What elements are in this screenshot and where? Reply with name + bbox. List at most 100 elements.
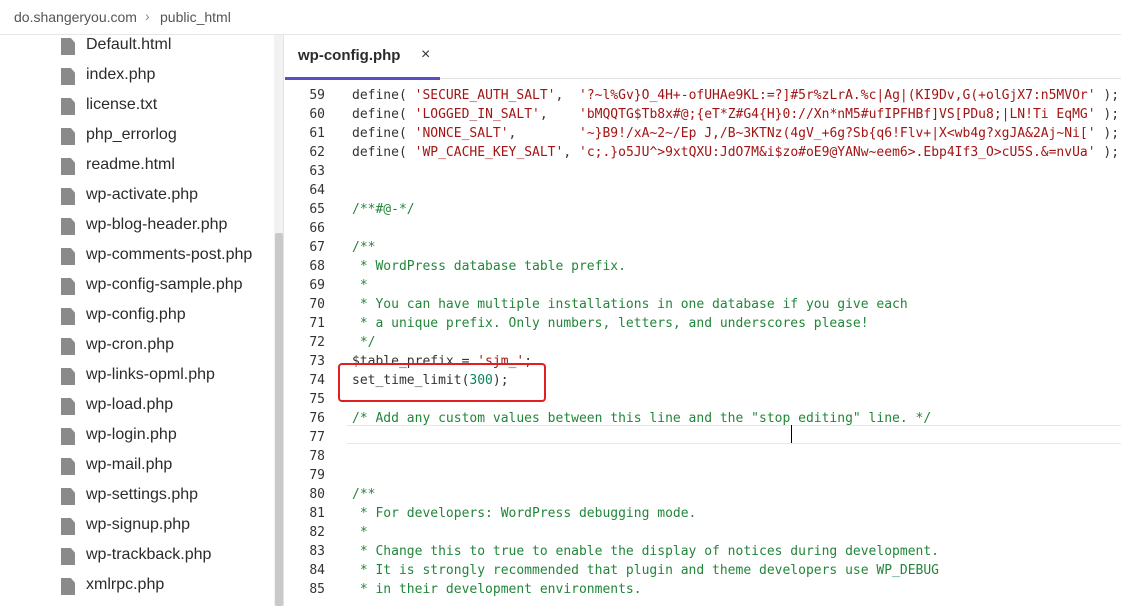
file-name: wp-settings.php bbox=[86, 486, 199, 503]
code-editor: wp-config.php × 59 define( 'SECURE_AUTH_S… bbox=[285, 35, 1121, 606]
file-name: wp-cron.php bbox=[86, 336, 175, 353]
line-number: 80 bbox=[309, 487, 325, 502]
line-number: 65 bbox=[309, 202, 325, 217]
code-line: 61 define( 'NONCE_SALT', '~}B9!/xA~2~/Ep … bbox=[285, 125, 1121, 144]
line-source: define( 'SECURE_AUTH_SALT', '?~l%Gv}O_4H… bbox=[352, 88, 1120, 103]
file-item[interactable]: license.txt bbox=[0, 95, 270, 125]
line-source: define( 'WP_CACHE_KEY_SALT', 'c;.}o5JU^>… bbox=[352, 145, 1120, 160]
line-number: 83 bbox=[309, 544, 325, 559]
code-line: 82 * bbox=[285, 524, 1121, 543]
line-source: * in their development environments. bbox=[352, 582, 642, 597]
line-number: 78 bbox=[309, 449, 325, 464]
file-item[interactable]: wp-trackback.php bbox=[0, 545, 270, 575]
file-name: index.php bbox=[86, 66, 156, 83]
tab-label: wp-config.php bbox=[298, 47, 401, 64]
editor-tabbar: wp-config.php × bbox=[285, 35, 1121, 80]
file-icon bbox=[61, 548, 75, 565]
line-source: * For developers: WordPress debugging mo… bbox=[352, 506, 697, 521]
code-line: 83 * Change this to true to enable the d… bbox=[285, 543, 1121, 562]
file-item[interactable]: Default.html bbox=[0, 35, 270, 65]
file-item[interactable]: php_errorlog bbox=[0, 125, 270, 155]
line-number: 60 bbox=[309, 107, 325, 122]
file-item[interactable]: wp-activate.php bbox=[0, 185, 270, 215]
breadcrumb-folder[interactable]: public_html bbox=[160, 9, 231, 25]
code-line: 78 bbox=[285, 448, 1121, 467]
file-name: xmlrpc.php bbox=[86, 576, 165, 593]
file-icon bbox=[61, 278, 75, 295]
line-number: 79 bbox=[309, 468, 325, 483]
breadcrumb: do.shangeryou.com › public_html bbox=[0, 0, 1121, 35]
chevron-right-icon: › bbox=[145, 8, 150, 24]
code-line: 63 bbox=[285, 163, 1121, 182]
file-item[interactable]: wp-cron.php bbox=[0, 335, 270, 365]
line-number: 59 bbox=[309, 88, 325, 103]
code-line: 60 define( 'LOGGED_IN_SALT', 'bMQQTG$Tb8x… bbox=[285, 106, 1121, 125]
code-line: 84 * It is strongly recommended that plu… bbox=[285, 562, 1121, 581]
line-number: 70 bbox=[309, 297, 325, 312]
line-number: 67 bbox=[309, 240, 325, 255]
line-source: * It is strongly recommended that plugin… bbox=[352, 563, 939, 578]
code-line: 80 /** bbox=[285, 486, 1121, 505]
file-icon bbox=[61, 488, 75, 505]
file-icon bbox=[61, 68, 75, 85]
close-icon[interactable]: × bbox=[421, 46, 430, 64]
file-item[interactable]: wp-mail.php bbox=[0, 455, 270, 485]
line-number: 75 bbox=[309, 392, 325, 407]
line-source: /* Add any custom values between this li… bbox=[352, 411, 932, 426]
line-number: 63 bbox=[309, 164, 325, 179]
code-line: 70 * You can have multiple installations… bbox=[285, 296, 1121, 315]
file-item[interactable]: wp-blog-header.php bbox=[0, 215, 270, 245]
line-source: define( 'NONCE_SALT', '~}B9!/xA~2~/Ep J,… bbox=[352, 126, 1120, 141]
file-name: wp-links-opml.php bbox=[86, 366, 215, 383]
file-icon bbox=[61, 248, 75, 265]
line-source: * bbox=[352, 278, 368, 293]
code-line: 67 /** bbox=[285, 239, 1121, 258]
file-icon bbox=[61, 578, 75, 595]
file-icon bbox=[61, 428, 75, 445]
file-icon bbox=[61, 188, 75, 205]
line-number: 82 bbox=[309, 525, 325, 540]
file-item[interactable]: wp-config-sample.php bbox=[0, 275, 270, 305]
line-number: 76 bbox=[309, 411, 325, 426]
file-icon bbox=[61, 458, 75, 475]
file-icon bbox=[61, 38, 75, 55]
file-name: wp-config-sample.php bbox=[86, 276, 243, 293]
line-number: 64 bbox=[309, 183, 325, 198]
file-name: wp-signup.php bbox=[86, 516, 191, 533]
line-number: 81 bbox=[309, 506, 325, 521]
line-number: 74 bbox=[309, 373, 325, 388]
file-icon bbox=[61, 158, 75, 175]
annotation-highlight-box bbox=[338, 363, 546, 402]
file-name: wp-login.php bbox=[86, 426, 177, 443]
tab-wp-config[interactable]: wp-config.php × bbox=[285, 35, 440, 80]
breadcrumb-domain[interactable]: do.shangeryou.com bbox=[14, 9, 137, 25]
file-item[interactable]: wp-comments-post.php bbox=[0, 245, 270, 275]
file-name: php_errorlog bbox=[86, 126, 177, 143]
file-icon bbox=[61, 98, 75, 115]
code-line: 77 bbox=[285, 429, 1121, 448]
line-number: 84 bbox=[309, 563, 325, 578]
code-line: 66 bbox=[285, 220, 1121, 239]
code-line: 71 * a unique prefix. Only numbers, lett… bbox=[285, 315, 1121, 334]
file-item[interactable]: xmlrpc.php bbox=[0, 575, 270, 605]
file-item[interactable]: wp-load.php bbox=[0, 395, 270, 425]
file-item[interactable]: index.php bbox=[0, 65, 270, 95]
file-item[interactable]: wp-links-opml.php bbox=[0, 365, 270, 395]
file-item[interactable]: wp-login.php bbox=[0, 425, 270, 455]
line-source: * Change this to true to enable the disp… bbox=[352, 544, 939, 559]
code-line: 72 */ bbox=[285, 334, 1121, 353]
file-icon bbox=[61, 518, 75, 535]
file-item[interactable]: wp-signup.php bbox=[0, 515, 270, 545]
code-line: 64 bbox=[285, 182, 1121, 201]
sidebar-scrollbar-thumb[interactable] bbox=[275, 233, 283, 606]
code-line: 69 * bbox=[285, 277, 1121, 296]
line-number: 66 bbox=[309, 221, 325, 236]
file-tree: Default.html index.php license.txt php_erro… bbox=[0, 35, 284, 606]
file-item[interactable]: wp-settings.php bbox=[0, 485, 270, 515]
file-icon bbox=[61, 128, 75, 145]
code-line: 79 bbox=[285, 467, 1121, 486]
file-item[interactable]: readme.html bbox=[0, 155, 270, 185]
file-item[interactable]: wp-config.php bbox=[0, 305, 270, 335]
line-source: */ bbox=[352, 335, 376, 350]
file-name: wp-blog-header.php bbox=[86, 216, 228, 233]
